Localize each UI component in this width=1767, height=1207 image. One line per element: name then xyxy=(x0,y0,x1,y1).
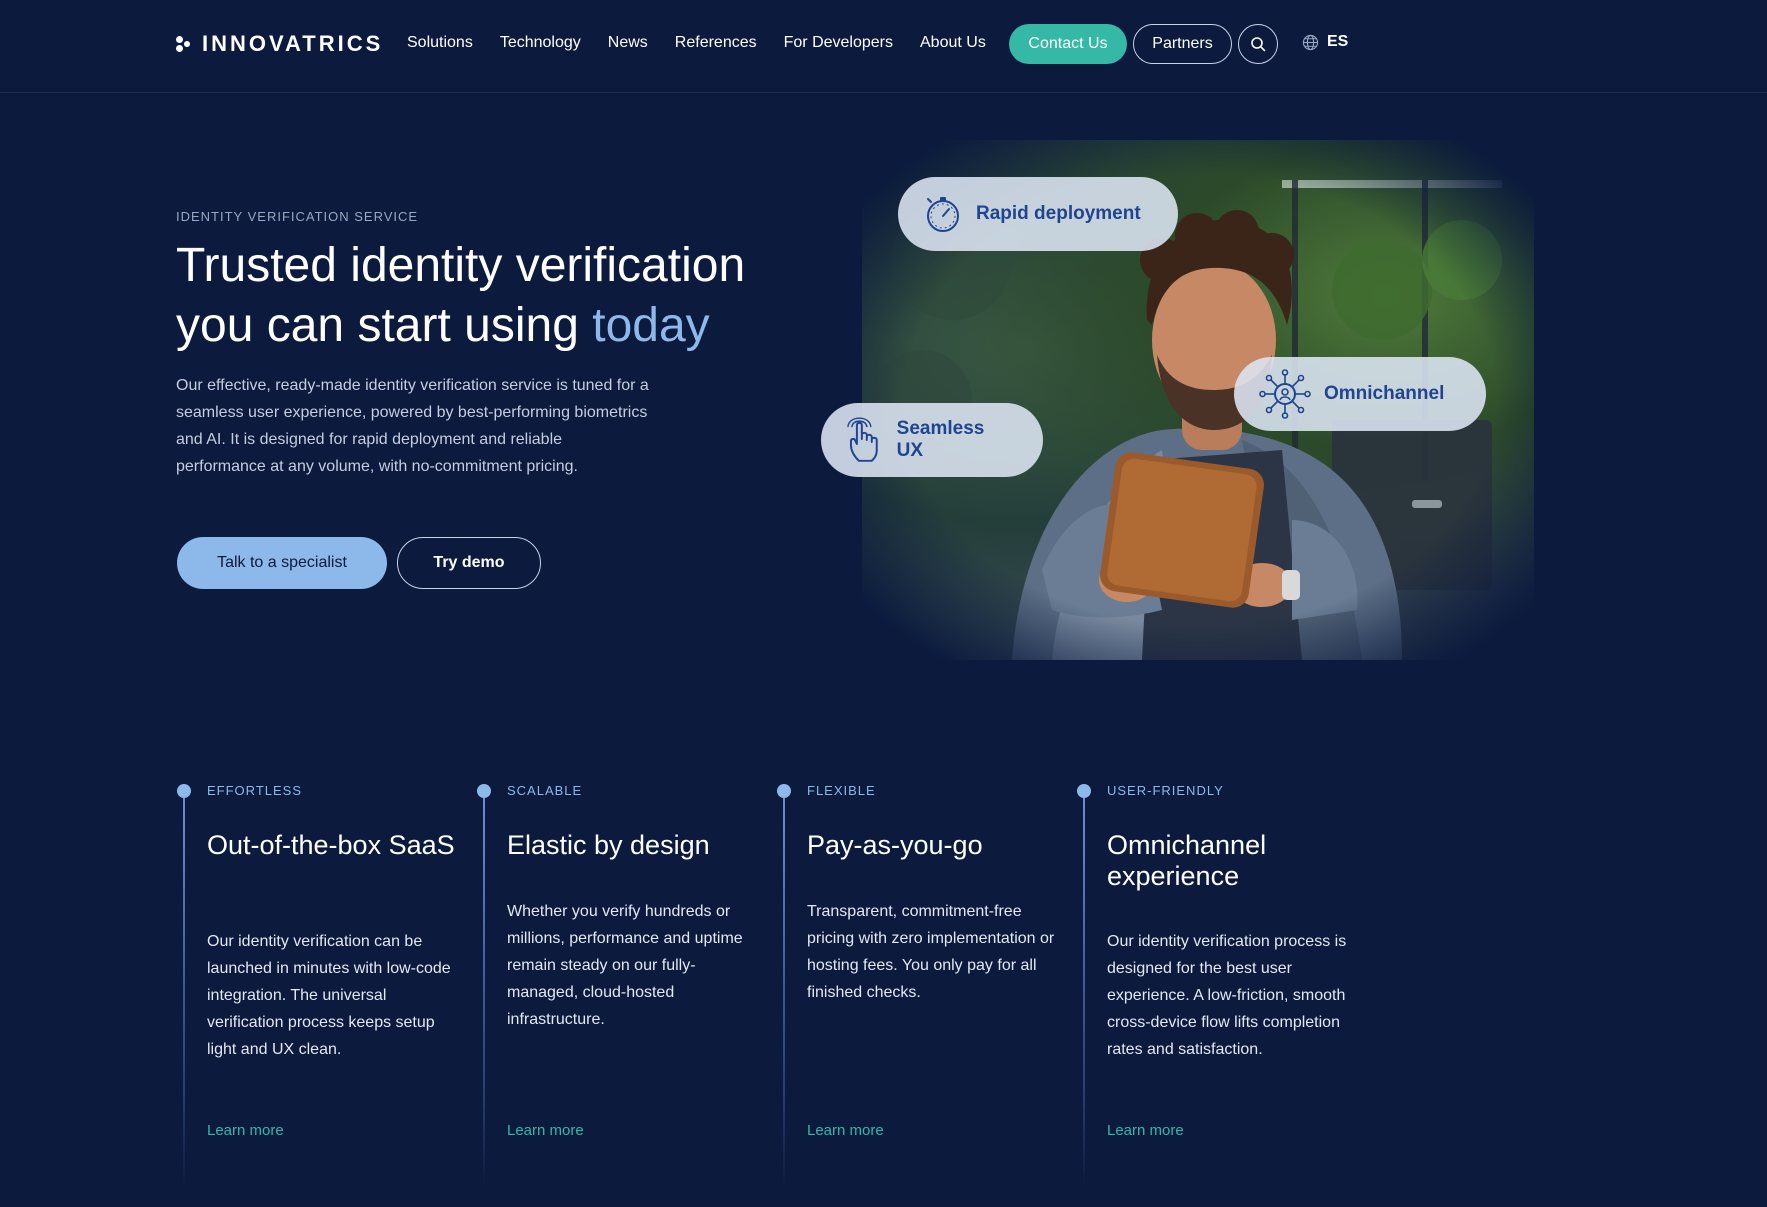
nav-item-technology[interactable]: Technology xyxy=(500,30,581,56)
nav-item-about-us[interactable]: About Us xyxy=(920,30,986,56)
omnichannel-badge: Omnichannel xyxy=(1234,357,1486,431)
feature-learn-more-link[interactable]: Learn more xyxy=(207,1122,284,1139)
hero-eyebrow: IDENTITY VERIFICATION SERVICE xyxy=(176,209,419,224)
feature-learn-more-link[interactable]: Learn more xyxy=(807,1122,884,1139)
feature-learn-more-link[interactable]: Learn more xyxy=(507,1122,584,1139)
feature-effortless: EFFORTLESS Out-of-the-box SaaS Our ident… xyxy=(177,783,477,1190)
feature-dot xyxy=(177,784,191,798)
logo-text: INNOVATRICS xyxy=(202,31,384,56)
innovatrics-logo[interactable]: INNOVATRICS xyxy=(176,30,383,58)
search-icon xyxy=(1251,37,1266,52)
feature-title: Pay-as-you-go xyxy=(807,830,983,860)
globe-icon xyxy=(1302,34,1319,50)
nav-item-solutions[interactable]: Solutions xyxy=(407,30,473,56)
hero-title-line2: you can start using xyxy=(176,299,593,352)
feature-description: Our identity verification process is des… xyxy=(1107,933,1347,1058)
feature-title: Out-of-the-box SaaS xyxy=(207,830,455,860)
feature-dot xyxy=(1077,784,1091,798)
nav-item-references[interactable]: References xyxy=(675,30,757,56)
partners-button[interactable]: Partners xyxy=(1133,24,1232,64)
seamless-ux-label: Seamless UX xyxy=(896,418,985,461)
omnichannel-label: Omnichannel xyxy=(1324,383,1445,404)
contact-us-button[interactable]: Contact Us xyxy=(1009,24,1127,64)
tap-hand-icon xyxy=(847,417,878,462)
search-button[interactable] xyxy=(1238,24,1278,64)
hero-title-highlight: today xyxy=(592,299,710,352)
logo-dots-icon xyxy=(176,35,192,53)
nav-item-for-developers[interactable]: For Developers xyxy=(784,30,893,56)
try-demo-button[interactable]: Try demo xyxy=(397,537,541,589)
seamless-ux-badge: Seamless UX xyxy=(821,403,1043,477)
nav-item-news[interactable]: News xyxy=(608,30,648,56)
rapid-deployment-badge: Rapid deployment xyxy=(898,177,1178,251)
feature-title: Omnichannel experience xyxy=(1107,830,1267,891)
talk-to-specialist-button[interactable]: Talk to a specialist xyxy=(177,537,387,589)
hero-description: Our effective, ready-made identity verif… xyxy=(176,377,649,475)
rapid-deployment-label: Rapid deployment xyxy=(976,203,1141,224)
feature-scalable: SCALABLE Elastic by design Whether you v… xyxy=(477,783,777,1190)
network-hub-icon xyxy=(1259,369,1311,419)
main-nav: Solutions Technology News References For… xyxy=(407,30,1013,56)
hero-title: Trusted identity verification you can st… xyxy=(176,236,836,356)
feature-dot xyxy=(777,784,791,798)
feature-label: USER-FRIENDLY xyxy=(1107,783,1224,798)
feature-rail xyxy=(483,790,485,1190)
feature-rail xyxy=(183,790,185,1190)
feature-description: Whether you verify hundreds or millions,… xyxy=(507,903,743,1028)
language-label: ES xyxy=(1327,33,1349,50)
feature-label: FLEXIBLE xyxy=(807,783,876,798)
feature-rail xyxy=(1083,790,1085,1190)
stopwatch-icon xyxy=(927,197,959,232)
feature-dot xyxy=(477,784,491,798)
feature-description: Transparent, commitment-free pricing wit… xyxy=(807,903,1055,1001)
feature-rail xyxy=(783,790,785,1190)
feature-label: SCALABLE xyxy=(507,783,583,798)
site-header: INNOVATRICS Solutions Technology News Re… xyxy=(0,0,1767,93)
feature-flexible: FLEXIBLE Pay-as-you-go Transparent, comm… xyxy=(777,783,1077,1190)
feature-description: Our identity verification can be launche… xyxy=(207,933,451,1058)
feature-user-friendly: USER-FRIENDLY Omnichannel experience Our… xyxy=(1077,783,1377,1190)
hero-title-line1: Trusted identity verification xyxy=(176,239,746,292)
feature-learn-more-link[interactable]: Learn more xyxy=(1107,1122,1184,1139)
feature-title: Elastic by design xyxy=(507,830,710,860)
feature-label: EFFORTLESS xyxy=(207,783,303,798)
language-switcher[interactable]: ES xyxy=(1302,33,1348,51)
